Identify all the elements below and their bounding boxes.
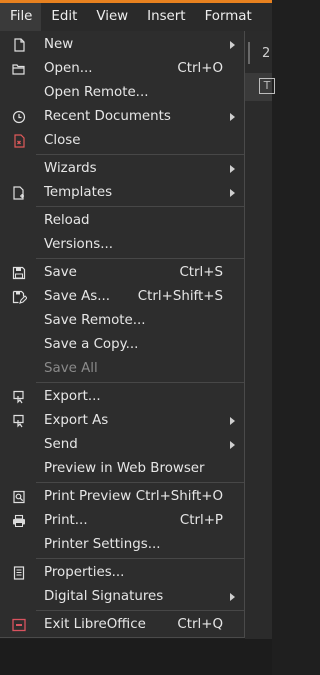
close-document-icon [14,134,25,148]
shortcut-label: Ctrl+O [177,61,223,76]
menu-item-label: Wizards [44,161,97,176]
shortcut-label: Ctrl+Shift+S [137,289,223,304]
menu-item-label: Open Remote... [44,85,149,100]
shortcut-label: Ctrl+S [179,265,223,280]
menu-item-templates[interactable]: Templates [0,181,244,205]
menu-item-label: Close [44,133,81,148]
menu-item-label: Print... [44,513,88,528]
menu-separator [36,482,244,483]
templates-icon [13,186,24,200]
menu-item-save-as[interactable]: Save As... Ctrl+Shift+S [0,285,244,309]
submenu-arrow-icon [230,113,235,121]
menu-item-label: Reload [44,213,90,228]
menu-item-label: Save All [44,361,98,376]
menu-item-label: Digital Signatures [44,589,164,604]
menu-bar: File Edit View Insert Format [0,3,272,31]
menu-item-new[interactable]: New [0,33,244,57]
menu-item-print-preview[interactable]: Print Preview Ctrl+Shift+O [0,485,244,509]
submenu-arrow-icon [230,441,235,449]
menubar-edit[interactable]: Edit [41,3,86,31]
menu-separator [36,610,244,611]
menu-item-label: Send [44,437,78,452]
menu-separator [36,258,244,259]
menubar-format[interactable]: Format [195,3,261,31]
export-icon [13,390,24,404]
new-document-icon [14,38,25,52]
menu-item-label: Save [44,265,77,280]
menu-item-label: Versions... [44,237,113,252]
menu-item-digital-signatures[interactable]: Digital Signatures [0,585,244,609]
submenu-arrow-icon [230,189,235,197]
menu-item-save-a-copy[interactable]: Save a Copy... [0,333,244,357]
menu-item-export-as[interactable]: Export As [0,409,244,433]
menu-item-print[interactable]: Print... Ctrl+P [0,509,244,533]
menu-item-label: Templates [44,185,113,200]
submenu-arrow-icon [230,165,235,173]
menu-separator [36,154,244,155]
submenu-arrow-icon [230,417,235,425]
exit-icon [12,618,26,632]
save-icon [12,266,26,280]
menu-item-label: Save As... [44,289,111,304]
menu-item-open[interactable]: Open... Ctrl+O [0,57,244,81]
menu-separator [36,382,244,383]
properties-icon [13,566,25,580]
printer-icon [13,514,25,527]
open-folder-icon [12,64,25,75]
menu-item-label: Recent Documents [44,109,171,124]
menubar-file[interactable]: File [0,3,42,31]
menu-item-versions[interactable]: Versions... [0,233,244,257]
export-as-icon [13,414,24,428]
toolbar-background [245,31,272,675]
menu-item-label: Preview in Web Browser [44,461,205,476]
menu-item-close[interactable]: Close [0,129,244,153]
menu-item-printer-settings[interactable]: Printer Settings... [0,533,244,557]
menu-item-export[interactable]: Export... [0,385,244,409]
menu-item-label: Exit LibreOffice [44,617,146,632]
clock-icon [12,110,26,124]
submenu-arrow-icon [230,593,235,601]
menu-item-label: Export As [44,413,109,428]
text-style-icon[interactable]: T [259,78,275,94]
menu-item-label: Print Preview [44,489,132,504]
print-preview-icon [13,490,25,504]
menu-separator [36,558,244,559]
file-menu: New Open... Ctrl+O Open Remote... Recent… [0,31,245,638]
submenu-arrow-icon [230,41,235,49]
menu-item-open-remote[interactable]: Open Remote... [0,81,244,105]
menu-item-label: Properties... [44,565,125,580]
menu-item-send[interactable]: Send [0,433,244,457]
save-as-icon [12,290,27,304]
menu-separator [36,206,244,207]
menu-item-save-remote[interactable]: Save Remote... [0,309,244,333]
menu-item-properties[interactable]: Properties... [0,561,244,585]
shortcut-label: Ctrl+Q [177,617,223,632]
shortcut-label: Ctrl+Shift+O [135,489,223,504]
shortcut-label: Ctrl+P [179,513,223,528]
menu-item-label: Save a Copy... [44,337,139,352]
menu-item-label: New [44,37,74,52]
menu-item-wizards[interactable]: Wizards [0,157,244,181]
menu-item-label: Open... [44,61,93,76]
menu-item-save[interactable]: Save Ctrl+S [0,261,244,285]
menu-item-label: Export... [44,389,101,404]
menu-item-save-all: Save All [0,357,244,381]
toolbar-divider [248,42,250,64]
menu-item-exit[interactable]: Exit LibreOffice Ctrl+Q [0,613,244,637]
menu-item-reload[interactable]: Reload [0,209,244,233]
menu-item-label: Printer Settings... [44,537,161,552]
toolbar-fragment: 2 [262,46,271,61]
menu-item-label: Save Remote... [44,313,146,328]
menubar-view[interactable]: View [86,3,137,31]
menubar-insert[interactable]: Insert [137,3,194,31]
document-area [0,639,272,675]
menu-item-preview-in-web-browser[interactable]: Preview in Web Browser [0,457,244,481]
menu-item-recent-documents[interactable]: Recent Documents [0,105,244,129]
